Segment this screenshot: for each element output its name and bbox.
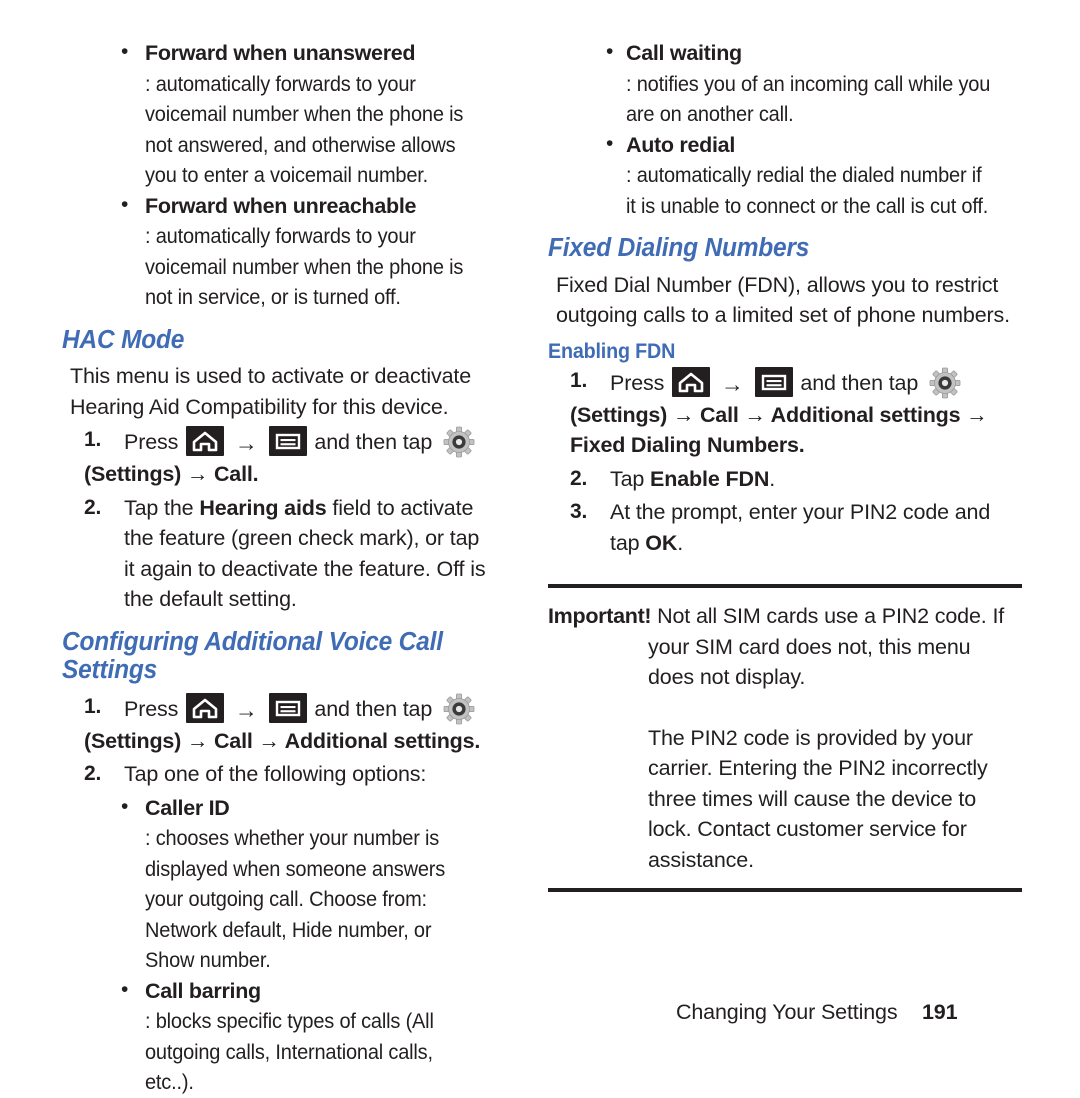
list-item: Forward when unreachable : automatically …: [115, 190, 492, 313]
step-body: Press → and then tap (Settings) → Call →…: [570, 366, 1022, 461]
step-text-pre: Tap: [610, 466, 651, 491]
step-number: 2.: [570, 466, 588, 490]
step-path-line1: (Settings) → Call → Additional settings …: [570, 402, 988, 427]
arrow-right-icon: →: [234, 430, 258, 457]
list-item: Call barring: blocks specific types of c…: [115, 975, 492, 1098]
step-item: 2. Tap one of the following options:: [62, 759, 492, 790]
step-tap-label: and then tap: [314, 696, 433, 721]
step-item: 1. Press → and then tap (Settings) → Cal…: [62, 425, 492, 490]
arrow-right-icon: →: [720, 370, 744, 397]
step-press-label: Press: [124, 430, 179, 455]
step-item: 3. At the prompt, enter your PIN2 code a…: [548, 497, 1022, 558]
home-icon: [672, 366, 711, 397]
step-path-line2: Fixed Dialing Numbers.: [570, 433, 805, 458]
heading-configuring-voice-call: Configuring Additional Voice Call Settin…: [62, 627, 443, 685]
list-item: Forward when unanswered : automatically f…: [115, 37, 492, 191]
page-footer: Changing Your Settings 191: [0, 1000, 1080, 1030]
gear-settings-icon: [928, 366, 962, 400]
note-label: Important!: [548, 604, 652, 629]
bullet-term: Caller ID: [145, 795, 230, 820]
list-item: Auto redial : automatically redial the di…: [600, 129, 1022, 222]
gear-settings-icon: [442, 425, 476, 459]
bullet-term: Call waiting: [626, 41, 742, 65]
list-item: Caller ID : chooses whether your number i…: [115, 792, 492, 976]
footer-title: Changing Your Settings: [676, 1000, 898, 1024]
heading-hac-mode: HAC Mode: [62, 325, 185, 354]
step-bold-term: Hearing aids: [199, 495, 327, 520]
heading-enabling-fdn: Enabling FDN: [548, 339, 676, 363]
step-item: 2. Tap Enable FDN.: [548, 464, 1022, 495]
menu-icon: [268, 426, 307, 457]
note-content: Important! Not all SIM cards use a PIN2 …: [548, 588, 1022, 888]
bullet-text: : notifies you of an incoming call while…: [626, 71, 991, 127]
step-body: Tap one of the following options:: [124, 762, 427, 787]
step-bold-term: OK: [645, 530, 678, 555]
bullet-text: : automatically forwards to your voicema…: [145, 71, 464, 188]
bullet-term: Auto redial: [626, 132, 735, 157]
step-bold-term: Enable FDN: [650, 466, 770, 491]
right-column: Call waiting : notifies you of an incomin…: [500, 37, 1080, 1098]
hac-paragraph: This menu is used to activate or deactiv…: [70, 364, 472, 419]
heading-fixed-dialing-numbers: Fixed Dialing Numbers: [548, 234, 810, 262]
step-body: Tap Enable FDN.: [610, 464, 1022, 495]
step-text-post: .: [769, 466, 776, 491]
step-path: (Settings) → Call.: [84, 462, 259, 487]
step-path: (Settings) → Call → Additional settings.: [84, 728, 481, 753]
step-tap-label: and then tap: [800, 370, 919, 395]
step-item: 1. Press → and then tap (Settings) → Cal…: [62, 692, 492, 757]
step-item: 2. Tap the Hearing aids field to activat…: [62, 493, 492, 615]
menu-icon: [754, 366, 793, 397]
footer-page-number: 191: [922, 1000, 958, 1024]
list-item: Call waiting : notifies you of an incomin…: [600, 37, 1022, 130]
bullet-term: Forward when unreachable: [145, 193, 417, 218]
page-columns: Forward when unanswered : automatically f…: [0, 37, 1080, 1098]
bullet-text: : automatically redial the dialed number…: [626, 163, 989, 218]
bullet-term: Forward when unanswered: [145, 41, 416, 65]
step-number: 1.: [84, 694, 102, 718]
note-text-1: Not all SIM cards use a PIN2 code. If yo…: [648, 604, 1005, 690]
manual-page: Forward when unanswered : automatically f…: [0, 0, 1080, 1094]
step-text-post: .: [677, 530, 684, 555]
bullet-text: : automatically forwards to your voicema…: [145, 224, 464, 309]
step-number: 1.: [570, 368, 588, 392]
step-number: 1.: [84, 428, 102, 452]
gear-settings-icon: [442, 692, 476, 726]
step-number: 3.: [570, 500, 588, 524]
menu-icon: [268, 692, 307, 723]
note-paragraph-2: The PIN2 code is provided by your carrie…: [648, 725, 988, 872]
step-body: Tap the Hearing aids field to activate t…: [124, 493, 492, 615]
note-bottom-rule: [548, 888, 1022, 893]
step-press-label: Press: [124, 696, 179, 721]
step-body: Press → and then tap (Settings) → Call.: [84, 425, 492, 490]
bullet-text: : chooses whether your number is display…: [145, 826, 446, 973]
note-paragraph-1: Important! Not all SIM cards use a PIN2 …: [548, 601, 1022, 693]
step-number: 2.: [84, 762, 102, 786]
home-icon: [186, 426, 225, 457]
fdn-paragraph: Fixed Dial Number (FDN), allows you to r…: [556, 272, 1010, 328]
step-number: 2.: [84, 495, 102, 519]
step-body: At the prompt, enter your PIN2 code and …: [610, 497, 1022, 558]
step-text-pre: Tap the: [124, 495, 200, 520]
important-note-box: Important! Not all SIM cards use a PIN2 …: [548, 584, 1022, 893]
step-body: Press → and then tap (Settings) → Call →…: [84, 692, 492, 757]
step-item: 1. Press → and then tap (Settings) → Cal…: [548, 366, 1022, 461]
home-icon: [186, 692, 225, 723]
step-press-label: Press: [610, 370, 665, 395]
step-tap-label: and then tap: [314, 430, 433, 455]
arrow-right-icon: →: [234, 696, 258, 723]
left-column: Forward when unanswered : automatically f…: [0, 37, 500, 1098]
